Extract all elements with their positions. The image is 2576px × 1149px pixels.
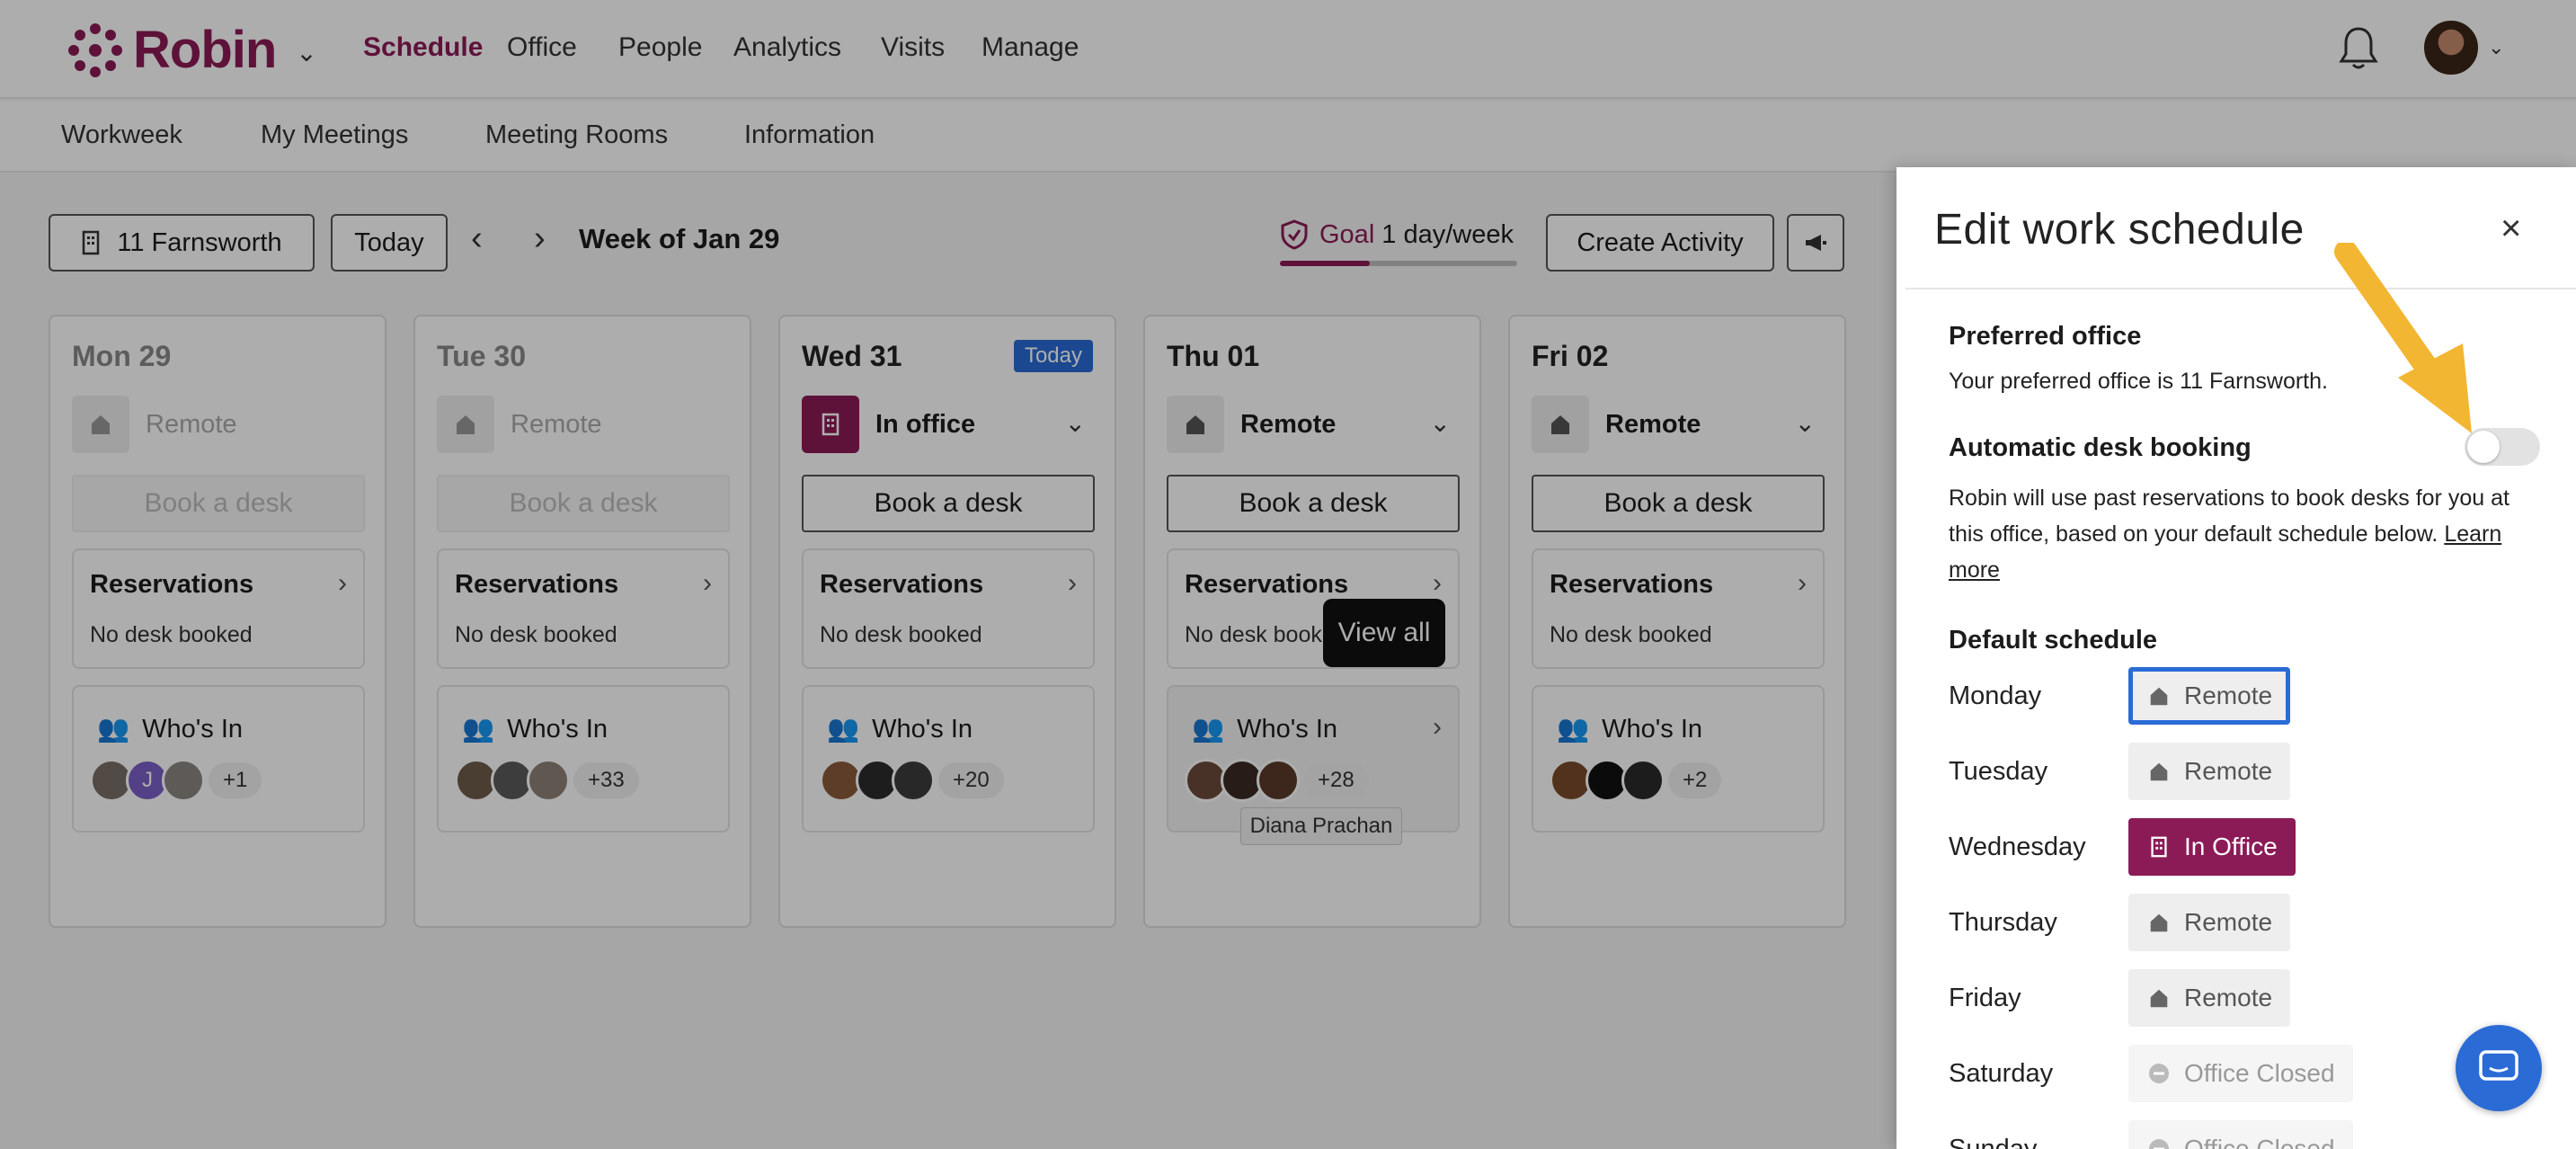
schedule-value: Remote xyxy=(2184,984,2273,1011)
schedule-day-label: Tuesday xyxy=(1949,757,2048,786)
schedule-day-label: Friday xyxy=(1949,984,2021,1012)
preferred-office-text: Your preferred office is 11 Farnsworth. xyxy=(1949,369,2328,394)
schedule-value: Remote xyxy=(2184,908,2273,936)
auto-booking-label: Automatic desk booking xyxy=(1949,433,2252,462)
schedule-thursday-select[interactable]: Remote xyxy=(2128,894,2291,951)
schedule-day-label: Sunday xyxy=(1949,1135,2038,1149)
home-icon xyxy=(2146,985,2172,1011)
preferred-office-label: Preferred office xyxy=(1949,322,2142,351)
schedule-sunday-select[interactable]: Office Closed xyxy=(2128,1120,2353,1149)
schedule-day-label: Saturday xyxy=(1949,1059,2054,1088)
schedule-saturday-select[interactable]: Office Closed xyxy=(2128,1045,2353,1102)
annotation-arrow-icon xyxy=(2334,243,2472,433)
schedule-value: Remote xyxy=(2184,757,2273,785)
schedule-value: In Office xyxy=(2184,833,2278,860)
auto-booking-description: Robin will use past reservations to book… xyxy=(1949,480,2533,588)
home-icon xyxy=(2146,759,2172,784)
close-icon[interactable]: × xyxy=(2500,209,2521,249)
home-icon xyxy=(2146,910,2172,935)
home-icon xyxy=(2146,683,2172,708)
schedule-tuesday-select[interactable]: Remote xyxy=(2128,743,2291,800)
schedule-friday-select[interactable]: Remote xyxy=(2128,969,2291,1027)
schedule-day-label: Thursday xyxy=(1949,908,2057,937)
chat-launcher-button[interactable] xyxy=(2456,1025,2542,1111)
panel-title: Edit work schedule xyxy=(1934,206,2305,254)
default-schedule-label: Default schedule xyxy=(1949,626,2158,655)
schedule-value: Office Closed xyxy=(2184,1135,2335,1149)
schedule-day-label: Monday xyxy=(1949,681,2042,710)
minus-circle-icon xyxy=(2146,1136,2172,1149)
schedule-value: Office Closed xyxy=(2184,1059,2335,1087)
schedule-wednesday-select[interactable]: In Office xyxy=(2128,818,2296,876)
schedule-day-label: Wednesday xyxy=(1949,833,2086,861)
auto-booking-desc-text: Robin will use past reservations to book… xyxy=(1949,485,2509,547)
schedule-value: Remote xyxy=(2184,681,2273,709)
minus-circle-icon xyxy=(2146,1061,2172,1086)
building-icon xyxy=(2146,834,2172,860)
schedule-monday-select[interactable]: Remote xyxy=(2128,667,2291,725)
chat-icon xyxy=(2479,1050,2518,1081)
